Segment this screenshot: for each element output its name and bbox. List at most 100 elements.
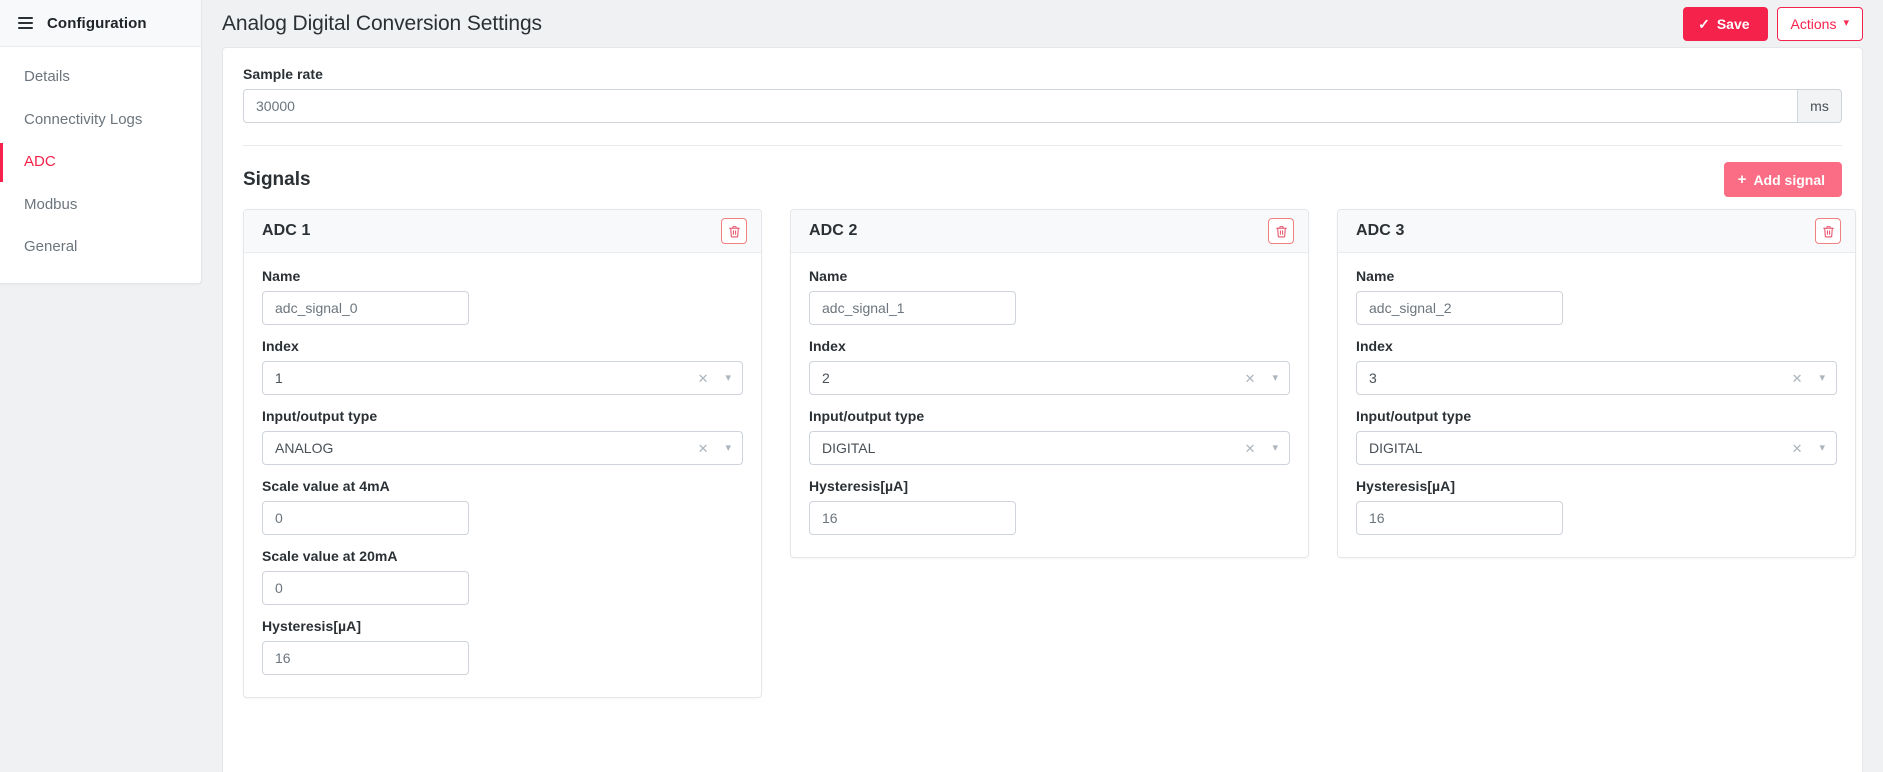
index-label: Index <box>262 338 299 354</box>
delete-signal-button[interactable] <box>1815 218 1841 244</box>
clear-x-icon[interactable]: ✕ <box>1788 440 1807 457</box>
card-header: ADC 1 <box>244 210 761 253</box>
sample-rate-field: Sample rate ms <box>243 66 1842 123</box>
scale-20ma-field: Scale value at 20mA <box>262 548 743 605</box>
io-type-select-value[interactable]: DIGITAL <box>1356 431 1837 465</box>
index-select-value[interactable]: 3 <box>1356 361 1837 395</box>
signal-card-adc-3: ADC 3 Name adc_signal_2 Index 3 ✕ ▾ Inpu… <box>1337 209 1856 558</box>
main-area: Analog Digital Conversion Settings ✓ Sav… <box>202 0 1883 772</box>
clear-x-icon[interactable]: ✕ <box>694 440 713 457</box>
clear-x-icon[interactable]: ✕ <box>694 370 713 387</box>
sidebar-item-adc[interactable]: ADC <box>0 141 201 184</box>
index-select-value[interactable]: 1 <box>262 361 743 395</box>
delete-signal-button[interactable] <box>721 218 747 244</box>
io-type-label: Input/output type <box>262 408 378 424</box>
sidebar-item-details[interactable]: Details <box>0 56 201 99</box>
signals-title: Signals <box>243 168 311 190</box>
select-indicators: ✕ ▾ <box>1241 361 1282 395</box>
trash-icon <box>1822 225 1834 237</box>
index-field: Index 3 ✕ ▾ <box>1356 338 1837 395</box>
card-body: Name Index 3 ✕ ▾ <box>1338 253 1855 557</box>
io-type-label: Input/output type <box>809 408 925 424</box>
index-select-value[interactable]: 2 <box>809 361 1290 395</box>
hysteresis-input[interactable] <box>1356 501 1563 535</box>
io-type-label: Input/output type <box>1356 408 1472 424</box>
io-type-select[interactable]: DIGITAL ✕ ▾ <box>1356 431 1837 465</box>
sidebar-title: Configuration <box>47 14 147 32</box>
save-button-label: Save <box>1716 15 1750 32</box>
name-input[interactable] <box>1356 291 1563 325</box>
io-type-field: Input/output type ANALOG ✕ ▾ <box>262 408 743 465</box>
hysteresis-label: Hysteresis[µA] <box>262 618 362 634</box>
io-type-select[interactable]: DIGITAL ✕ ▾ <box>809 431 1290 465</box>
signal-card-adc-2: ADC 2 Name adc_signal_1 Index 2 ✕ ▾ Inpu… <box>790 209 1309 558</box>
topbar-actions: ✓ Save Actions ▾ <box>1683 6 1863 41</box>
index-select[interactable]: 2 ✕ ▾ <box>809 361 1290 395</box>
hysteresis-input[interactable] <box>809 501 1016 535</box>
scale-20ma-input[interactable] <box>262 571 469 605</box>
clear-x-icon[interactable]: ✕ <box>1241 370 1260 387</box>
page-title: Analog Digital Conversion Settings <box>222 11 542 35</box>
index-label: Index <box>809 338 846 354</box>
add-signal-button[interactable]: + Add signal <box>1723 162 1842 197</box>
check-icon: ✓ <box>1698 15 1710 32</box>
card-body: Name Index 1 ✕ ▾ <box>244 253 761 697</box>
index-select[interactable]: 1 ✕ ▾ <box>262 361 743 395</box>
save-button[interactable]: ✓ Save <box>1683 6 1768 41</box>
actions-button[interactable]: Actions ▾ <box>1776 6 1863 41</box>
hamburger-icon[interactable] <box>18 17 33 29</box>
scale-4ma-field: Scale value at 4mA <box>262 478 743 535</box>
name-label: Name <box>1356 268 1395 284</box>
scale-4ma-input[interactable] <box>262 501 469 535</box>
add-signal-button-label: Add signal <box>1753 171 1825 188</box>
clear-x-icon[interactable]: ✕ <box>1241 440 1260 457</box>
name-field: Name <box>1356 268 1837 325</box>
actions-button-label: Actions <box>1790 15 1837 32</box>
trash-icon <box>728 225 740 237</box>
index-field: Index 2 ✕ ▾ <box>809 338 1290 395</box>
sidebar-item-connectivity-logs[interactable]: Connectivity Logs <box>0 99 201 142</box>
sidebar: Configuration Details Connectivity Logs … <box>0 0 202 284</box>
chevron-down-icon[interactable]: ▾ <box>721 371 735 386</box>
hysteresis-label: Hysteresis[µA] <box>1356 478 1456 494</box>
sidebar-item-modbus[interactable]: Modbus <box>0 184 201 227</box>
app-root: Configuration Details Connectivity Logs … <box>0 0 1883 772</box>
chevron-down-icon[interactable]: ▾ <box>1815 371 1829 386</box>
hysteresis-label: Hysteresis[µA] <box>809 478 909 494</box>
chevron-down-icon[interactable]: ▾ <box>1268 371 1282 386</box>
card-header: ADC 2 <box>791 210 1308 253</box>
select-indicators: ✕ ▾ <box>1788 361 1829 395</box>
name-input[interactable] <box>262 291 469 325</box>
delete-signal-button[interactable] <box>1268 218 1294 244</box>
hysteresis-input[interactable] <box>262 641 469 675</box>
index-select[interactable]: 3 ✕ ▾ <box>1356 361 1837 395</box>
io-type-select-value[interactable]: DIGITAL <box>809 431 1290 465</box>
name-label: Name <box>809 268 848 284</box>
io-type-select-value[interactable]: ANALOG <box>262 431 743 465</box>
scale-20ma-label: Scale value at 20mA <box>262 548 398 564</box>
io-type-select[interactable]: ANALOG ✕ ▾ <box>262 431 743 465</box>
chevron-down-icon[interactable]: ▾ <box>1268 441 1282 456</box>
index-label: Index <box>1356 338 1393 354</box>
sample-rate-input[interactable] <box>243 89 1798 123</box>
sample-rate-input-group: ms <box>243 89 1842 123</box>
io-type-field: Input/output type DIGITAL ✕ ▾ <box>809 408 1290 465</box>
chevron-down-icon: ▾ <box>1843 17 1849 29</box>
select-indicators: ✕ ▾ <box>1788 431 1829 465</box>
sidebar-nav: Details Connectivity Logs ADC Modbus Gen… <box>0 47 201 269</box>
sidebar-item-general[interactable]: General <box>0 226 201 269</box>
name-field: Name <box>262 268 743 325</box>
clear-x-icon[interactable]: ✕ <box>1788 370 1807 387</box>
chevron-down-icon[interactable]: ▾ <box>1815 441 1829 456</box>
chevron-down-icon[interactable]: ▾ <box>721 441 735 456</box>
plus-icon: + <box>1737 171 1747 188</box>
name-label: Name <box>262 268 301 284</box>
name-input[interactable] <box>809 291 1016 325</box>
card-title: ADC 3 <box>1356 222 1405 239</box>
card-header: ADC 3 <box>1338 210 1855 253</box>
trash-icon <box>1275 225 1287 237</box>
card-body: Name Index 2 ✕ ▾ <box>791 253 1308 557</box>
io-type-field: Input/output type DIGITAL ✕ ▾ <box>1356 408 1837 465</box>
signals-toolbar: Signals + Add signal <box>243 146 1842 209</box>
hysteresis-field: Hysteresis[µA] <box>809 478 1290 535</box>
